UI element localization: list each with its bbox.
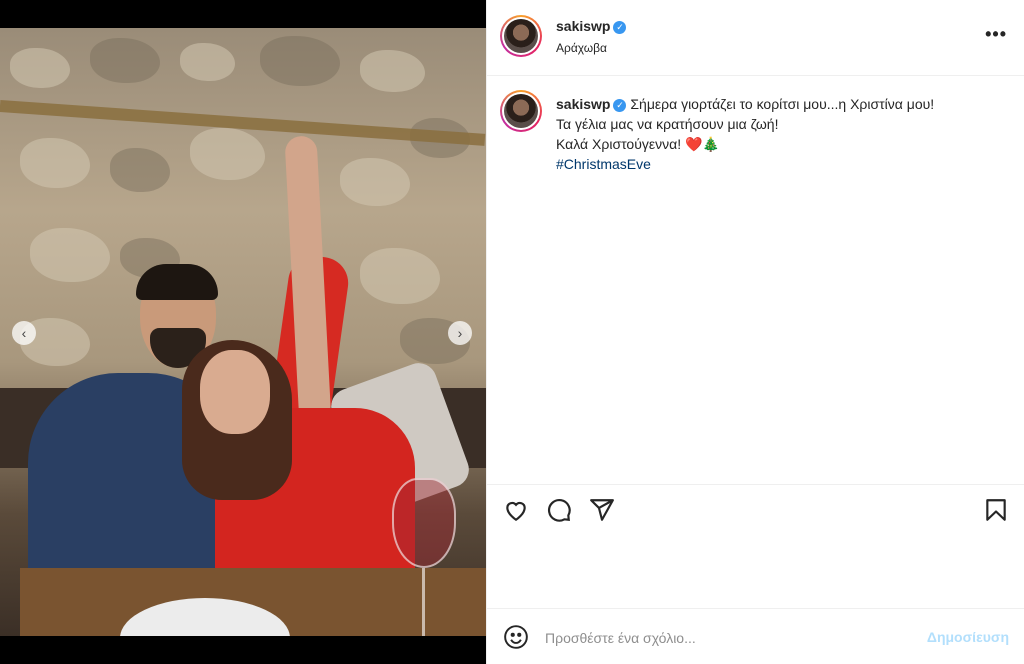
post-media: ‹ › xyxy=(0,0,486,664)
post-actions xyxy=(487,484,1024,540)
post-sidebar: sakiswp ✓ Αράχωβα ••• sakiswp ✓ Σήμερα γιο… xyxy=(486,0,1024,664)
caption-line-3: Καλά Χριστούγεννα! xyxy=(556,136,682,152)
post-photo[interactable] xyxy=(0,28,486,636)
send-icon[interactable] xyxy=(589,497,617,525)
smiley-icon[interactable] xyxy=(503,624,531,652)
caption-text: sakiswp ✓ Σήμερα γιορτάζει το κορίτσι μου… xyxy=(556,94,1006,174)
comment-input[interactable] xyxy=(545,627,905,649)
header-username-row: sakiswp ✓ xyxy=(556,18,627,36)
caption-username[interactable]: sakiswp xyxy=(556,96,610,112)
caption-line-2: Τα γέλια μας να κρατήσουν μια ζωή! xyxy=(556,116,779,132)
verified-badge-icon: ✓ xyxy=(613,99,627,112)
verified-badge-icon: ✓ xyxy=(613,21,627,34)
caption-line-1: Σήμερα γιορτάζει το κορίτσι μου...η Χρισ… xyxy=(630,96,935,112)
bookmark-icon[interactable] xyxy=(983,497,1011,525)
comment-icon[interactable] xyxy=(546,497,574,525)
username-link[interactable]: sakiswp xyxy=(556,18,610,34)
post-header: sakiswp ✓ Αράχωβα ••• xyxy=(487,0,1024,76)
hashtag-link[interactable]: #ChristmasEve xyxy=(556,154,1006,174)
chevron-left-icon[interactable]: ‹ xyxy=(12,321,36,345)
avatar[interactable] xyxy=(500,15,542,57)
caption-emojis: ❤️🎄 xyxy=(684,136,720,152)
location-link[interactable]: Αράχωβα xyxy=(556,41,607,55)
more-horizontal-icon[interactable]: ••• xyxy=(985,24,1007,45)
chevron-right-icon[interactable]: › xyxy=(448,321,472,345)
heart-icon[interactable] xyxy=(503,497,531,525)
post-comment-button[interactable]: Δημοσίευση xyxy=(927,629,1009,645)
caption-avatar[interactable] xyxy=(500,90,542,132)
instagram-post: ‹ › sakiswp ✓ Αράχωβα ••• sakiswp ✓ Σήμερα… xyxy=(0,0,1024,664)
add-comment-bar: Δημοσίευση xyxy=(487,608,1024,664)
